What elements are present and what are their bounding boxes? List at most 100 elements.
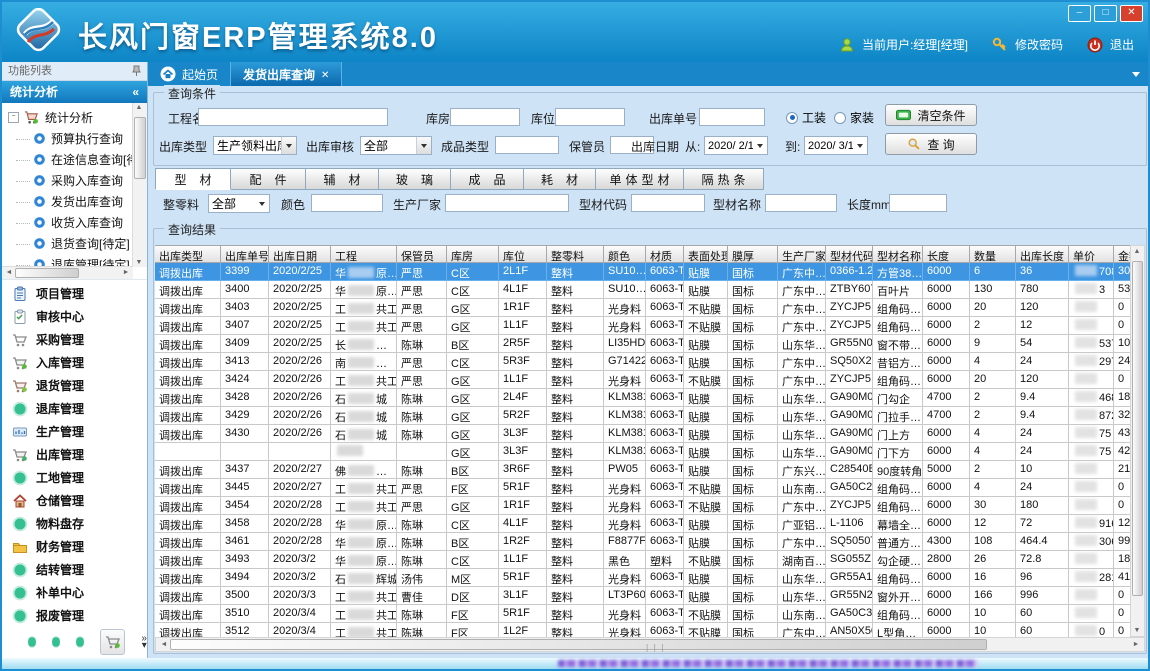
date-arrow-icon[interactable] [853, 137, 867, 154]
table-row[interactable]: 调拨出库34072020/2/25工共工程严思G区1L1F整料光身料6063-T… [155, 317, 1132, 335]
tab-home[interactable]: 起始页 [148, 62, 230, 86]
material-tab-2[interactable]: 辅材 [306, 168, 379, 190]
sidebar-menu-item[interactable]: 物料盘存 [2, 512, 147, 535]
tree-item[interactable]: 在途信息查询[待 [2, 149, 147, 170]
table-row[interactable]: 调拨出库33992020/2/25华原…严思C区2L1F整料SU10…6063-… [155, 263, 1132, 281]
column-header[interactable]: 膜厚 [728, 245, 778, 263]
color-input[interactable] [311, 194, 383, 212]
tab-shipping-outbound-query[interactable]: 发货出库查询 [230, 62, 342, 86]
table-row[interactable]: 调拨出库34542020/2/28工共工程严思G区1R1F整料光身料6063-T… [155, 497, 1132, 515]
tab-list-dropdown-icon[interactable] [1132, 72, 1140, 77]
project-name-input[interactable] [198, 108, 388, 126]
table-row[interactable]: 调拨出库34032020/2/25工共工程严思G区1R1F整料光身料6063-T… [155, 299, 1132, 317]
tree-item[interactable]: 预算执行查询 [2, 128, 147, 149]
maximize-button[interactable] [1094, 5, 1117, 22]
sidebar-menu-item[interactable]: 生产管理 [2, 420, 147, 443]
table-row[interactable]: 调拨出库34302020/2/26石城陈琳G区3L3F整料KLM38176063… [155, 425, 1132, 443]
sidebar-menu-item[interactable]: 项目管理 [2, 282, 147, 305]
warehouse-input[interactable] [450, 108, 520, 126]
material-tab-7[interactable]: 隔热条 [684, 168, 764, 190]
results-vertical-scrollbar[interactable]: ▲ ▼ [1130, 245, 1145, 637]
tree-item[interactable]: 退货查询[待定] [2, 233, 147, 254]
combo-arrow-icon[interactable] [255, 195, 269, 212]
outbound-audit-select[interactable]: 全部 [360, 136, 432, 155]
combo-arrow-icon[interactable] [281, 137, 296, 154]
material-tab-5[interactable]: 耗材 [524, 168, 596, 190]
sidebar-menu-item[interactable]: 采购管理 [2, 328, 147, 351]
column-header[interactable]: 出库单号 [221, 245, 269, 263]
table-row[interactable]: 调拨出库34452020/2/27工共工程严思F区5R1F整料光身料6063-T… [155, 479, 1132, 497]
date-arrow-icon[interactable] [753, 137, 767, 154]
sidebar-menu-item[interactable]: 入库管理 [2, 351, 147, 374]
combo-arrow-icon[interactable] [416, 137, 431, 154]
column-header[interactable]: 材质 [646, 245, 684, 263]
column-header[interactable]: 出库长度 [1016, 245, 1069, 263]
sidebar-menu-item[interactable]: 退库管理 [2, 397, 147, 420]
column-header[interactable]: 出库类型 [155, 245, 221, 263]
product-type-input[interactable] [495, 136, 559, 154]
table-row[interactable]: G区3L3F整料KLM38176063-T5贴膜国标山东华…GA90M09…门下… [155, 443, 1132, 461]
column-header[interactable]: 单价 [1069, 245, 1114, 263]
tree-vertical-scrollbar[interactable]: ▲ ▼ [132, 103, 147, 267]
module-dot-icon[interactable] [76, 636, 84, 648]
profile-code-input[interactable] [631, 194, 705, 212]
outbound-no-input[interactable] [699, 108, 765, 126]
logout-link[interactable]: 退出 [1110, 36, 1134, 53]
sidebar-menu-item[interactable]: 出库管理 [2, 443, 147, 466]
column-header[interactable]: 型材代码 [826, 245, 873, 263]
date-from-picker[interactable]: 2020/ 2/16 [704, 136, 768, 155]
factory-input[interactable] [445, 194, 569, 212]
sidebar-menu-item[interactable]: 工地管理 [2, 466, 147, 489]
table-row[interactable]: 调拨出库34002020/2/25华原…严思C区4L1F整料SU10…6063-… [155, 281, 1132, 299]
table-row[interactable]: 调拨出库34292020/2/26石城陈琳G区5R2F整料KLM38176063… [155, 407, 1132, 425]
sidebar-group-header[interactable]: 统计分析 « [2, 81, 147, 103]
column-header[interactable]: 整零料 [547, 245, 604, 263]
sidebar-menu-item[interactable]: 报废管理 [2, 604, 147, 627]
tab-close-icon[interactable] [321, 67, 329, 81]
tree-item[interactable]: 发货出库查询 [2, 191, 147, 212]
sidebar-menu-item[interactable]: 结转管理 [2, 558, 147, 581]
table-row[interactable]: 调拨出库34242020/2/26工共工程严思G区1L1F整料光身料6063-T… [155, 371, 1132, 389]
results-horizontal-scrollbar[interactable]: ◄ ❘❘❘ ► [155, 637, 1145, 652]
change-password-link[interactable]: 修改密码 [1015, 36, 1063, 53]
column-header[interactable]: 数量 [970, 245, 1016, 263]
date-to-picker[interactable]: 2020/ 3/16 [804, 136, 868, 155]
radio-gongzhuang[interactable]: 工装 [786, 109, 826, 126]
length-input[interactable] [889, 194, 947, 212]
tree-toggle-icon[interactable]: − [8, 112, 19, 123]
clear-conditions-button[interactable]: 清空条件 [885, 104, 977, 126]
module-dot-icon[interactable] [28, 636, 36, 648]
collapse-icon[interactable]: « [132, 81, 139, 103]
column-header[interactable]: 出库日期 [269, 245, 331, 263]
radio-selected-icon[interactable] [786, 112, 798, 124]
table-row[interactable]: 调拨出库34132020/2/26南…严思C区5R3F整料G714226063-… [155, 353, 1132, 371]
table-row[interactable]: 调拨出库34282020/2/26石城陈琳G区2L4F整料KLM38176063… [155, 389, 1132, 407]
outbound-type-select[interactable]: 生产领料出库 [213, 136, 297, 155]
table-row[interactable]: 调拨出库34372020/2/27佛…陈琳B区3R6F整料PW056063-T5… [155, 461, 1132, 479]
table-row[interactable]: 调拨出库34092020/2/25长…陈琳B区2R5F整料LI35HD6063-… [155, 335, 1132, 353]
module-dot-icon[interactable] [52, 636, 60, 648]
overflow-chevron-icon[interactable]: »▾ [141, 635, 147, 649]
material-tab-6[interactable]: 单体型材 [596, 168, 684, 190]
sidebar-menu-item[interactable]: 仓储管理 [2, 489, 147, 512]
column-header[interactable]: 颜色 [604, 245, 646, 263]
column-header[interactable]: 工程 [331, 245, 397, 263]
column-header[interactable]: 库位 [499, 245, 547, 263]
table-row[interactable]: 调拨出库35102020/3/4工共工程陈琳F区5R1F整料光身料6063-T5… [155, 605, 1132, 623]
table-row[interactable]: 调拨出库35002020/3/3工共工程曹佳D区3L1F整料LT3P606063… [155, 587, 1132, 605]
sidebar-menu-item[interactable]: 退货管理 [2, 374, 147, 397]
minimize-button[interactable] [1068, 5, 1091, 22]
location-input[interactable] [555, 108, 625, 126]
column-header[interactable]: 保管员 [397, 245, 447, 263]
material-tab-3[interactable]: 玻璃 [379, 168, 451, 190]
whole-part-select[interactable]: 全部 [208, 194, 270, 213]
sidebar-menu-item[interactable]: 审核中心 [2, 305, 147, 328]
material-tab-1[interactable]: 配件 [231, 168, 306, 190]
close-button[interactable] [1120, 5, 1143, 22]
column-header[interactable]: 库房 [447, 245, 499, 263]
table-row[interactable]: 调拨出库34932020/3/2华原…陈琳C区1L1F整料黑色塑料不贴膜国标湖南… [155, 551, 1132, 569]
material-tab-0[interactable]: 型材 [155, 168, 231, 190]
column-header[interactable]: 型材名称 [873, 245, 923, 263]
material-tab-4[interactable]: 成品 [451, 168, 524, 190]
search-button[interactable]: 查 询 [885, 133, 977, 155]
